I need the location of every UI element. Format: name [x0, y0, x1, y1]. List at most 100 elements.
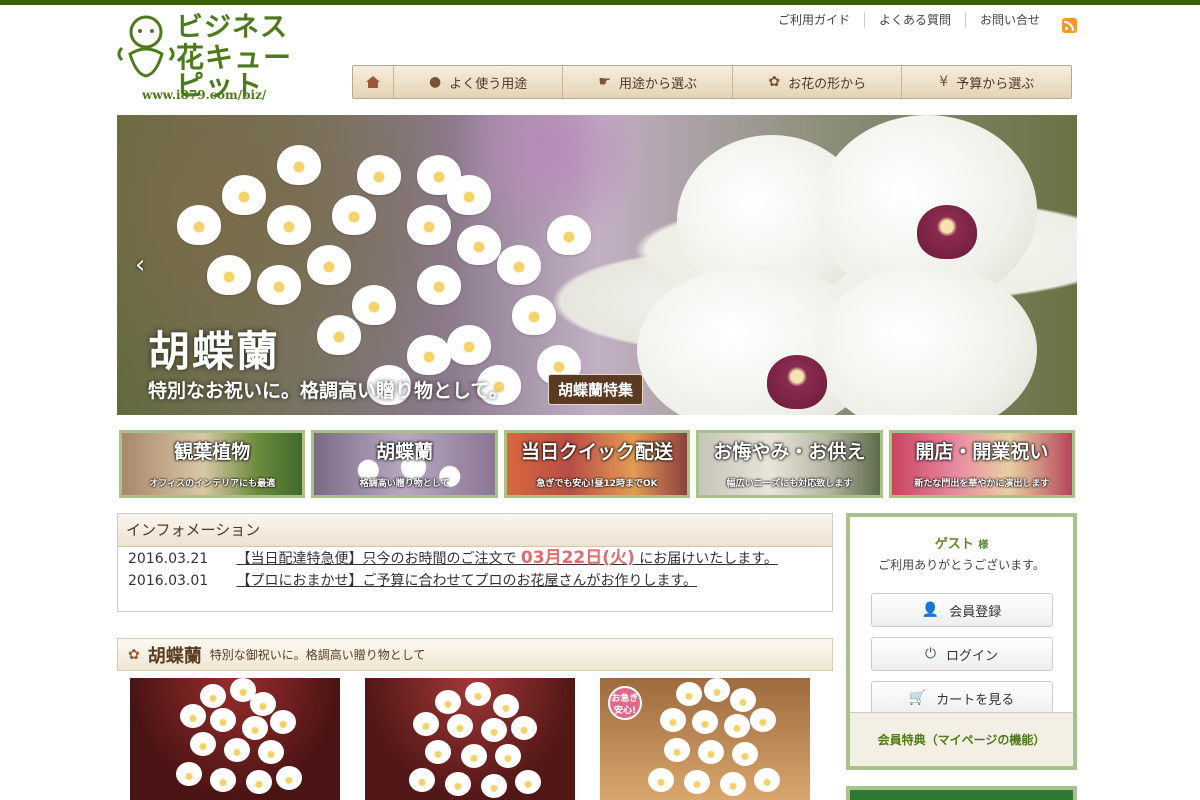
contact-link[interactable]: お問い合せ — [964, 12, 1054, 28]
flower-icon: ✿ — [768, 74, 781, 90]
button-label: カートを見る — [936, 692, 1015, 708]
orchid-flower — [425, 740, 451, 764]
orchid-flower — [210, 768, 236, 792]
quick-delivery-badge: お急ぎ安心! — [608, 686, 642, 720]
orchid-flower — [692, 710, 718, 734]
tile-opening-celebration[interactable]: 開店・開業祝い 新たな門出を華やかに演出します — [888, 430, 1076, 498]
user-icon: 👤 — [921, 602, 940, 618]
tile-subtitle: 格調高い贈り物として — [359, 479, 450, 489]
orchid-flower — [465, 682, 491, 706]
orchid-flower — [435, 690, 461, 714]
nav-label: お花の形から — [788, 76, 867, 92]
orchid-flower — [317, 315, 361, 355]
orchid-flower — [497, 245, 541, 285]
orchid-flower — [250, 692, 276, 716]
tile-condolence[interactable]: お悔やみ・お供え 幅広いニーズにも対応致します — [696, 430, 883, 498]
nav-by-budget[interactable]: ¥ 予算から選ぶ — [901, 66, 1071, 98]
nav-home[interactable] — [353, 66, 393, 98]
nav-frequent-uses[interactable]: ● よく使う用途 — [392, 66, 563, 98]
product-image[interactable] — [365, 678, 575, 800]
view-cart-button[interactable]: 🛒 カートを見る — [870, 681, 1053, 715]
news-link[interactable]: 【プロにおまかせ】ご予算に合わせてプロのお花屋さんがお作りします。 — [236, 573, 697, 589]
orchid-flower — [242, 716, 268, 740]
tile-orchids[interactable]: 胡蝶蘭 格調高い贈り物として — [311, 430, 498, 498]
orchid-flower — [413, 712, 439, 736]
orchid-flower — [698, 740, 724, 764]
news-text: 【プロにおまかせ】ご予算に合わせてプロのお花屋さんがお作りします。 — [236, 573, 698, 589]
orchid-flower — [732, 742, 758, 766]
honorific: 様 — [978, 540, 989, 551]
nav-by-flower-shape[interactable]: ✿ お花の形から — [731, 66, 902, 98]
section-title: 胡蝶蘭 — [147, 645, 202, 667]
site-logo[interactable]: ビジネス 花キューピット www.i879.com/biz/ — [116, 12, 316, 104]
orchid-flower — [445, 772, 471, 796]
orchid-flower — [176, 762, 202, 786]
news-text: にお届けいたします。 — [634, 551, 778, 567]
login-button[interactable]: ⏻ ログイン — [870, 637, 1053, 671]
orchid-flower — [461, 744, 487, 768]
news-item: 2016.03.01 【プロにおまかせ】ご予算に合わせてプロのお花屋さんがお作り… — [118, 570, 832, 592]
nav-label: 予算から選ぶ — [956, 76, 1035, 92]
button-label: ログイン — [946, 648, 999, 664]
orchid-flower — [676, 682, 702, 706]
news-date: 2016.03.21 — [128, 551, 209, 567]
tile-title: 開店・開業祝い — [915, 441, 1049, 463]
main-nav: ● よく使う用途 ☛ 用途から選ぶ ✿ お花の形から ¥ 予算から選ぶ — [352, 65, 1072, 99]
orchid-flower — [515, 770, 541, 794]
orchid-flower — [246, 770, 272, 794]
orchid-flower — [481, 718, 507, 742]
product-image[interactable]: お急ぎ安心! — [600, 678, 810, 800]
register-button[interactable]: 👤 会員登録 — [870, 593, 1053, 627]
orchid-petal — [817, 265, 1037, 415]
tile-title: お悔やみ・お供え — [713, 441, 866, 463]
rss-icon[interactable] — [1062, 18, 1077, 33]
orchid-flower — [447, 714, 473, 738]
hero-prev-arrow[interactable]: ‹ — [135, 250, 145, 280]
section-header-orchids: ✿ 胡蝶蘭 特別な御祝いに。格調高い贈り物として — [117, 638, 833, 671]
faq-link[interactable]: よくある質問 — [863, 12, 965, 28]
section-subtitle: 特別な御祝いに。格調高い贈り物として — [209, 648, 426, 662]
orchid-lip — [917, 205, 977, 259]
information-heading: インフォメーション — [118, 514, 832, 547]
orchid-flower — [190, 732, 216, 756]
speech-bubble-icon: ● — [429, 74, 442, 90]
news-link[interactable]: 【当日配達特急便】只今のお時間のご注文で 03月22日(火) にお届けいたします… — [236, 548, 778, 568]
orchid-flower — [307, 245, 351, 285]
hero-feature-button[interactable]: 胡蝶蘭特集 — [548, 374, 644, 405]
member-benefits-link[interactable]: 会員特典（マイページの機能） — [850, 712, 1073, 766]
orchid-flower — [512, 295, 556, 335]
welcome-message: ご利用ありがとうございます。 — [878, 558, 1045, 572]
orchid-flower — [648, 768, 674, 792]
tile-subtitle: オフィスのインテリアにも最適 — [149, 479, 276, 489]
orchid-flower — [357, 155, 401, 195]
tile-subtitle: 新たな門出を華やかに演出します — [914, 479, 1050, 489]
orchid-flower — [224, 738, 250, 762]
flower-icon: ✿ — [128, 646, 140, 663]
logo-line1: ビジネス — [176, 12, 288, 43]
orchid-flower — [267, 205, 311, 245]
orchid-flower — [684, 770, 710, 794]
orchid-flower — [447, 325, 491, 365]
orchid-flower — [352, 285, 396, 325]
orchid-flower — [257, 265, 301, 305]
orchid-flower — [660, 708, 686, 732]
nav-label: 用途から選ぶ — [618, 76, 697, 92]
orchid-flower — [277, 145, 321, 185]
news-item: 2016.03.21 【当日配達特急便】只今のお時間のご注文で 03月22日(火… — [118, 547, 832, 570]
tile-foliage-plants[interactable]: 観葉植物 オフィスのインテリアにも最適 — [119, 430, 306, 498]
tile-title: 観葉植物 — [174, 441, 251, 463]
sidebar-banner[interactable] — [846, 786, 1077, 800]
tile-same-day-delivery[interactable]: 当日クイック配送 急ぎでも安心!昼12時までOK — [503, 430, 691, 498]
orchid-flower — [724, 714, 750, 738]
orchid-flower — [754, 768, 780, 792]
news-text: 【当日配達特急便】只今のお時間のご注文で — [236, 551, 521, 567]
product-image[interactable] — [130, 678, 340, 800]
tile-subtitle: 幅広いニーズにも対応致します — [726, 479, 853, 489]
guide-link[interactable]: ご利用ガイド — [764, 12, 864, 28]
tile-subtitle: 急ぎでも安心!昼12時までOK — [536, 479, 658, 489]
orchid-flower — [493, 694, 519, 718]
orchid-flower — [332, 195, 376, 235]
orchid-flower — [417, 265, 461, 305]
nav-by-purpose[interactable]: ☛ 用途から選ぶ — [562, 66, 732, 98]
utility-links: ご利用ガイド よくある質問 お問い合せ — [764, 12, 1054, 28]
